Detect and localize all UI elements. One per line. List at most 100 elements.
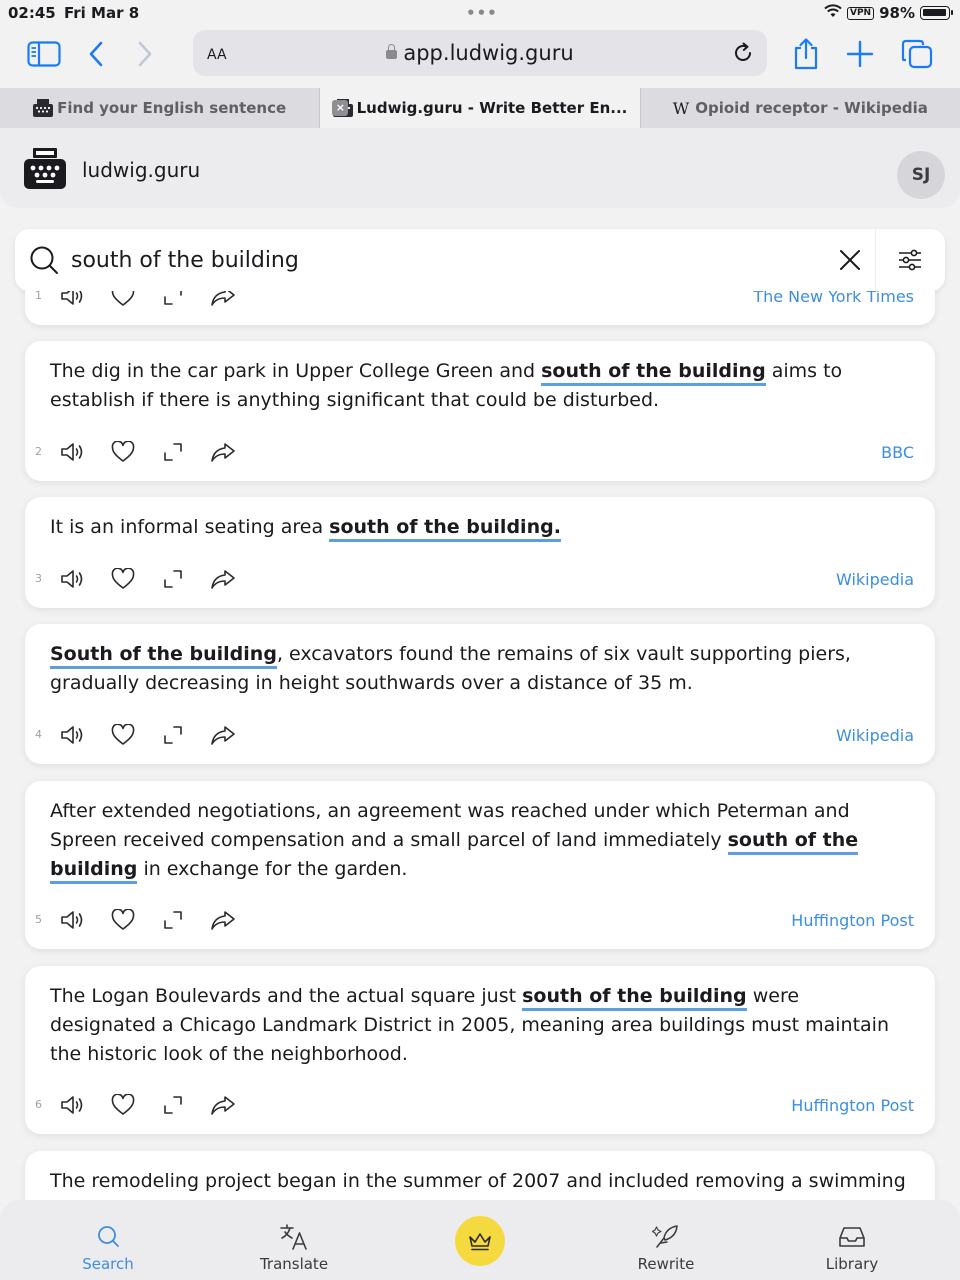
expand-button[interactable] [158, 437, 188, 467]
result-sentence[interactable]: The Logan Boulevards and the actual squa… [50, 982, 910, 1069]
result-card[interactable]: After extended negotiations, an agreemen… [25, 781, 935, 949]
speaker-button[interactable] [58, 720, 88, 750]
sidebar-toggle-button[interactable] [24, 34, 64, 74]
like-button[interactable] [108, 564, 138, 594]
like-button[interactable] [108, 1090, 138, 1120]
search-input[interactable] [71, 243, 811, 277]
tab-overview-button[interactable] [897, 34, 937, 74]
nav-label: Library [825, 1255, 879, 1273]
forward-button[interactable] [125, 34, 165, 74]
search-bar [15, 229, 945, 291]
expand-icon [164, 291, 182, 305]
like-button[interactable] [108, 720, 138, 750]
result-sentence[interactable]: After extended negotiations, an agreemen… [50, 797, 910, 884]
source-link[interactable]: Wikipedia [836, 570, 914, 589]
nav-rewrite[interactable]: Rewrite [606, 1222, 726, 1273]
browser-toolbar: AA app.ludwig.guru [0, 26, 960, 86]
premium-button[interactable] [455, 1216, 505, 1266]
nav-label: Search [82, 1255, 134, 1273]
heart-icon [111, 724, 135, 745]
result-card[interactable]: The Logan Boulevards and the actual squa… [25, 966, 935, 1134]
like-button[interactable] [108, 437, 138, 467]
user-avatar[interactable]: SJ [897, 151, 945, 199]
brand-name[interactable]: ludwig.guru [82, 158, 200, 182]
close-tab-button[interactable]: × [332, 100, 349, 116]
url-text: app.ludwig.guru [403, 41, 574, 65]
quill-icon [652, 1225, 678, 1248]
nav-translate[interactable]: Translate [234, 1222, 354, 1273]
address-bar[interactable]: AA app.ludwig.guru [193, 30, 767, 76]
nav-label: Translate [259, 1255, 329, 1273]
share-result-button[interactable] [208, 291, 238, 311]
status-date: Fri Mar 8 [64, 4, 140, 22]
vpn-badge: VPN [847, 6, 875, 20]
expand-button[interactable] [158, 564, 188, 594]
share-button[interactable] [786, 34, 826, 74]
app-header: ludwig.guru SJ [0, 128, 960, 208]
filter-button[interactable] [891, 244, 929, 276]
new-tab-button[interactable] [840, 34, 880, 74]
results-list: 1 The New York Times The dig in the car … [0, 291, 960, 1200]
reload-button[interactable] [729, 39, 757, 67]
result-sentence[interactable]: The remodeling project began in the summ… [50, 1167, 910, 1200]
expand-button[interactable] [158, 291, 188, 311]
browser-tab-ludwig[interactable]: × Ludwig.guru - Write Better En... [320, 88, 641, 128]
speaker-button[interactable] [58, 1090, 88, 1120]
lock-icon [386, 44, 398, 59]
source-link[interactable]: The New York Times [753, 291, 914, 306]
like-button[interactable] [108, 905, 138, 935]
browser-tab-find-sentence[interactable]: Find your English sentence [0, 88, 321, 128]
share-result-button[interactable] [208, 1090, 238, 1120]
share-result-button[interactable] [208, 564, 238, 594]
highlighted-phrase: South of the building [50, 643, 277, 669]
inbox-icon [839, 1227, 865, 1247]
share-arrow-icon [211, 726, 235, 745]
tab-title: Find your English sentence [57, 99, 287, 117]
result-number: 1 [35, 291, 42, 302]
speaker-button[interactable] [58, 564, 88, 594]
share-arrow-icon [211, 291, 235, 306]
heart-icon [111, 909, 135, 930]
crown-icon [469, 1233, 491, 1251]
result-card[interactable]: It is an informal seating area south of … [25, 497, 935, 608]
speaker-icon [61, 570, 83, 588]
expand-button[interactable] [158, 905, 188, 935]
speaker-icon [61, 291, 83, 305]
chevron-left-icon [89, 41, 103, 67]
result-card[interactable]: 1 The New York Times [25, 291, 935, 325]
reload-icon [735, 42, 751, 61]
multitasking-dots[interactable]: ••• [466, 4, 498, 22]
source-link[interactable]: Wikipedia [836, 726, 914, 745]
speaker-icon [61, 443, 83, 461]
speaker-button[interactable] [58, 291, 88, 311]
nav-library[interactable]: Library [792, 1222, 912, 1273]
back-button[interactable] [76, 34, 116, 74]
source-link[interactable]: BBC [881, 443, 914, 462]
source-link[interactable]: Huffington Post [791, 1096, 914, 1115]
expand-icon [164, 570, 182, 588]
expand-icon [164, 911, 182, 929]
result-sentence[interactable]: It is an informal seating area south of … [50, 513, 910, 542]
expand-button[interactable] [158, 720, 188, 750]
share-result-button[interactable] [208, 905, 238, 935]
speaker-button[interactable] [58, 905, 88, 935]
result-card[interactable]: The remodeling project began in the summ… [25, 1151, 935, 1200]
speaker-button[interactable] [58, 437, 88, 467]
typewriter-logo-icon[interactable] [24, 148, 66, 194]
result-sentence[interactable]: South of the building, excavators found … [50, 640, 910, 698]
share-result-button[interactable] [208, 437, 238, 467]
heart-icon [111, 441, 135, 462]
nav-search[interactable]: Search [48, 1222, 168, 1273]
share-arrow-icon [211, 1096, 235, 1115]
share-result-button[interactable] [208, 720, 238, 750]
expand-button[interactable] [158, 1090, 188, 1120]
clear-search-button[interactable] [833, 243, 867, 277]
url-display[interactable]: app.ludwig.guru [193, 41, 767, 65]
result-card[interactable]: The dig in the car park in Upper College… [25, 341, 935, 481]
source-link[interactable]: Huffington Post [791, 911, 914, 930]
result-card[interactable]: South of the building, excavators found … [25, 624, 935, 764]
highlighted-phrase: south of the building [522, 985, 747, 1011]
like-button[interactable] [108, 291, 138, 311]
result-sentence[interactable]: The dig in the car park in Upper College… [50, 357, 910, 415]
browser-tab-wikipedia[interactable]: W Opioid receptor - Wikipedia [641, 88, 960, 128]
